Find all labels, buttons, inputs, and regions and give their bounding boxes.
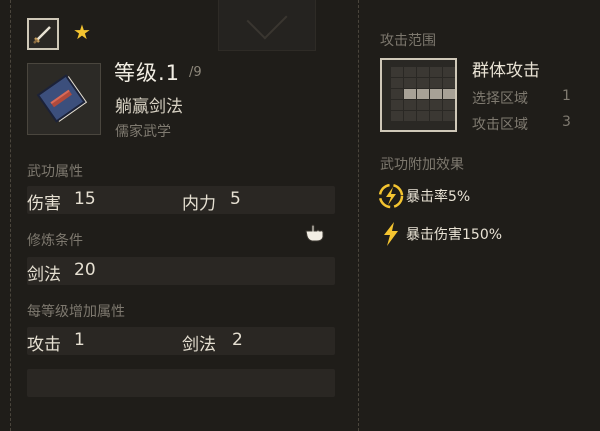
panel-divider xyxy=(358,0,360,431)
per-level-title: 每等级增加属性 xyxy=(27,304,125,320)
book-icon xyxy=(36,74,88,123)
range-cell xyxy=(443,111,455,121)
req-sword-label: 剑法 xyxy=(27,265,61,285)
hand-cursor-icon xyxy=(304,223,326,248)
range-cell xyxy=(417,111,429,121)
range-cell xyxy=(417,100,429,110)
attributes-bar: 伤害 15 内力 5 xyxy=(27,186,335,214)
range-title: 攻击范围 xyxy=(380,33,436,49)
attr-damage-label: 伤害 xyxy=(27,194,61,214)
range-grid xyxy=(391,67,455,121)
skill-level: 等级.1 xyxy=(114,61,181,85)
attributes-title: 武功属性 xyxy=(27,164,83,180)
skill-name: 躺赢剑法 xyxy=(115,97,183,117)
range-grid-frame xyxy=(380,58,457,132)
range-cell xyxy=(404,111,416,121)
range-cell xyxy=(391,78,403,88)
range-cell xyxy=(443,78,455,88)
requirement-title: 修炼条件 xyxy=(27,233,83,249)
range-cell xyxy=(430,78,442,88)
attr-damage-value: 15 xyxy=(74,189,96,209)
skill-detail-panel: ★ 等级.1 /9 躺赢剑法 儒家武学 武功属性 伤害 15 内力 5 修炼条件… xyxy=(0,0,600,431)
range-cell xyxy=(391,67,403,77)
range-cell xyxy=(430,111,442,121)
weapon-type-button[interactable] xyxy=(27,18,59,50)
per-level-attack-value: 1 xyxy=(74,330,85,350)
range-cell xyxy=(391,111,403,121)
sword-icon xyxy=(33,26,51,44)
range-cell-active xyxy=(443,89,455,99)
effect-crit-rate-text: 暴击率5% xyxy=(406,189,471,205)
range-cell xyxy=(391,89,403,99)
requirement-bar: 剑法 20 xyxy=(27,257,335,285)
left-border xyxy=(10,0,12,431)
per-level-attack-label: 攻击 xyxy=(27,335,61,355)
attack-area-value: 3 xyxy=(562,114,571,130)
range-cell xyxy=(430,100,442,110)
lightning-icon xyxy=(376,220,406,248)
skill-school: 儒家武学 xyxy=(115,124,171,140)
range-cell xyxy=(417,78,429,88)
skill-level-max: /9 xyxy=(189,65,202,80)
top-decoration xyxy=(218,0,316,51)
range-cell xyxy=(443,67,455,77)
range-cell xyxy=(430,67,442,77)
effects-title: 武功附加效果 xyxy=(380,157,464,173)
empty-bar xyxy=(27,369,335,397)
attr-inner-power-value: 5 xyxy=(230,189,241,209)
range-cell xyxy=(443,100,455,110)
range-cell xyxy=(404,67,416,77)
select-area-value: 1 xyxy=(562,88,571,104)
select-area-label: 选择区域 xyxy=(472,91,528,107)
star-icon[interactable]: ★ xyxy=(73,22,91,42)
range-cell xyxy=(391,100,403,110)
range-cell-active xyxy=(417,89,429,99)
range-cell-active xyxy=(404,89,416,99)
effect-crit-rate: 暴击率5% xyxy=(376,182,470,210)
per-level-bar: 攻击 1 剑法 2 xyxy=(27,327,335,355)
effect-crit-damage: 暴击伤害150% xyxy=(376,220,502,248)
range-cell xyxy=(404,100,416,110)
range-cell-active xyxy=(430,89,442,99)
per-level-sword-label: 剑法 xyxy=(182,335,216,355)
effect-crit-damage-text: 暴击伤害150% xyxy=(406,227,503,243)
skill-book-frame xyxy=(27,63,101,135)
range-cell xyxy=(404,78,416,88)
per-level-sword-value: 2 xyxy=(232,330,243,350)
range-cell xyxy=(417,67,429,77)
lightning-circle-icon xyxy=(376,182,406,210)
range-type: 群体攻击 xyxy=(472,61,540,81)
attack-area-label: 攻击区域 xyxy=(472,117,528,133)
req-sword-value: 20 xyxy=(74,260,96,280)
attr-inner-power-label: 内力 xyxy=(182,194,216,214)
